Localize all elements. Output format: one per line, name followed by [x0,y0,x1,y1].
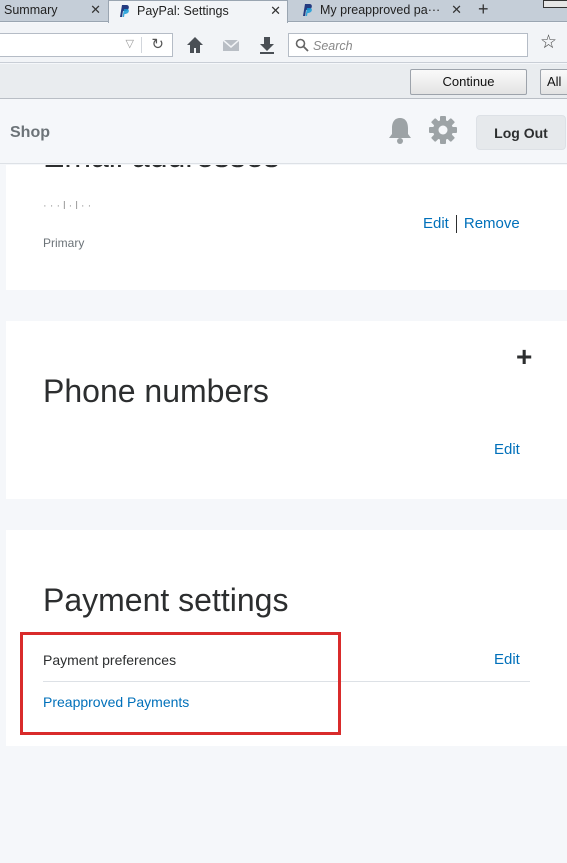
paypal-logo-icon [303,4,312,16]
search-icon [295,38,309,52]
history-dropdown-icon[interactable]: ▽ [126,37,134,50]
app-header: Shop Log Out [0,100,567,164]
new-tab-icon[interactable]: + [478,0,489,20]
close-tab-icon[interactable]: ✕ [270,1,281,21]
settings-content: Email addresses · · · l · l · · Primary … [0,165,567,863]
allow-button[interactable]: All [540,69,567,95]
paypal-logo-icon [120,5,129,17]
tab-preapproved[interactable]: My preapproved pa··· ✕ [292,0,468,22]
email-section-title: Email addresses [43,165,280,175]
mail-icon[interactable] [220,34,242,56]
nav-shop-link[interactable]: Shop [10,124,50,142]
email-edit-link[interactable]: Edit [423,215,449,232]
url-bar[interactable]: ▽ ↻ [0,33,173,57]
reload-icon[interactable]: ↻ [151,35,164,53]
notification-bell-icon[interactable] [386,115,414,145]
home-icon[interactable] [184,34,206,56]
tab-summary-title: Summary [4,3,58,17]
action-divider [455,215,457,233]
tab-paypal-settings-title: PayPal: Settings [137,4,229,18]
bookmark-star-icon[interactable]: ☆ [540,31,557,54]
search-box[interactable] [288,33,528,57]
nav-toolbar: ▽ ↻ ☆ [0,23,567,63]
tab-preapproved-title: My preapproved pa··· [320,3,441,17]
tab-summary[interactable]: Summary ✕ [0,0,107,22]
notification-bar: Continue Blocking All [0,64,567,113]
continue-blocking-button[interactable]: Continue Blocking [410,69,527,113]
download-icon[interactable] [256,34,278,56]
email-address-value: · · · l · l · · [43,200,92,212]
phone-edit-link[interactable]: Edit [494,441,520,458]
primary-label: Primary [43,236,85,250]
email-remove-link[interactable]: Remove [464,215,520,232]
email-addresses-card: Email addresses · · · l · l · · Primary … [6,165,567,290]
close-tab-icon[interactable]: ✕ [90,0,101,20]
payment-section-title: Payment settings [43,582,289,618]
phone-numbers-card: + Phone numbers Edit [6,321,567,499]
tab-paypal-settings[interactable]: PayPal: Settings ✕ [108,0,288,23]
url-bar-separator [141,37,142,53]
tab-strip: Summary ✕ PayPal: Settings ✕ My preappro… [0,0,567,23]
phone-section-title: Phone numbers [43,373,269,409]
payment-preferences-edit-link[interactable]: Edit [494,651,520,668]
annotation-highlight-box [20,632,341,735]
window-restore-icon[interactable] [543,0,567,8]
settings-gear-icon[interactable] [428,115,458,145]
add-phone-icon[interactable]: + [516,341,532,373]
email-actions: Edit Remove [423,215,520,233]
search-input[interactable] [313,37,513,54]
log-out-button[interactable]: Log Out [476,115,566,150]
close-tab-icon[interactable]: ✕ [451,0,462,20]
